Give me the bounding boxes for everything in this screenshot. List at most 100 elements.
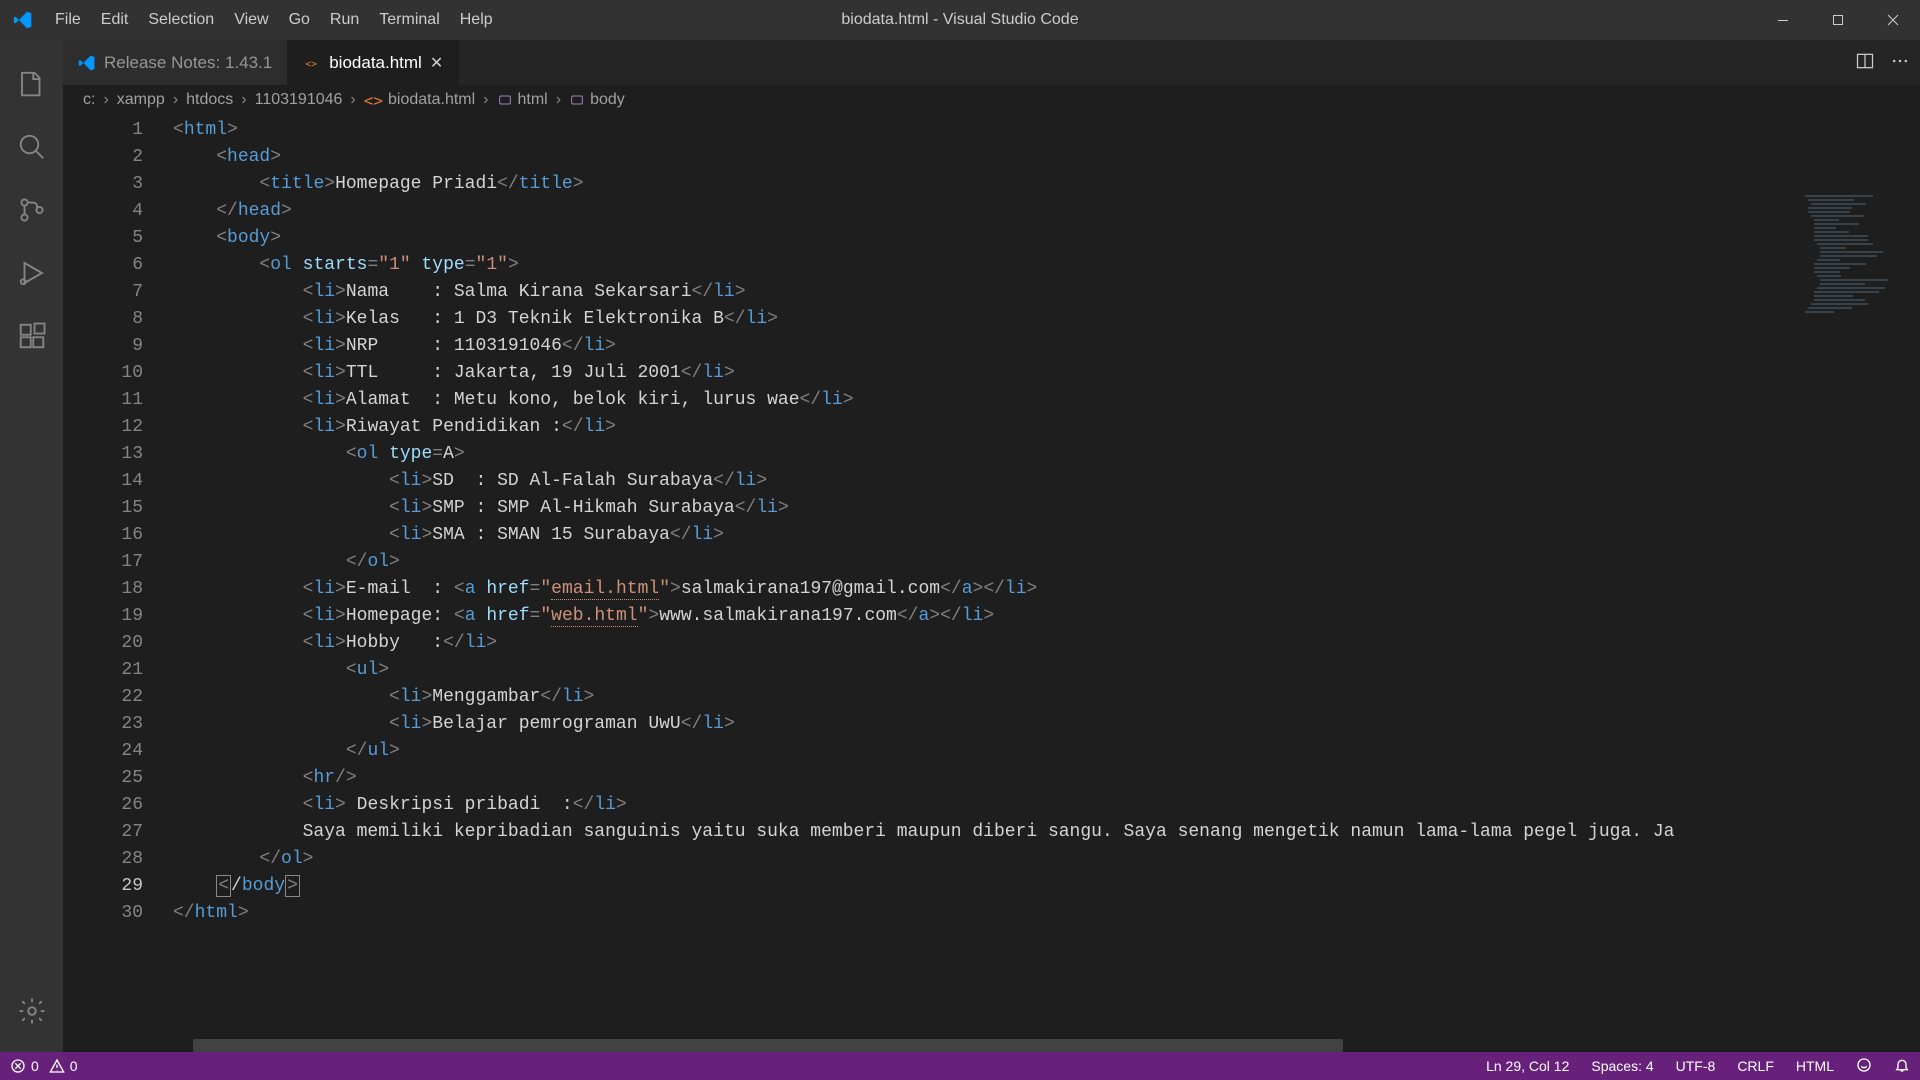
status-eol[interactable]: CRLF — [1737, 1058, 1774, 1074]
notifications-icon[interactable] — [1894, 1057, 1910, 1076]
line-number: 24 — [63, 738, 143, 765]
code-line[interactable]: <li>Nama : Salma Kirana Sekarsari</li> — [173, 279, 1920, 306]
breadcrumb-item[interactable]: html — [497, 91, 548, 109]
code-line[interactable]: <ol starts="1" type="1"> — [173, 252, 1920, 279]
line-number: 19 — [63, 603, 143, 630]
code-line[interactable]: <li>Hobby :</li> — [173, 630, 1920, 657]
status-warnings[interactable]: 0 — [49, 1058, 78, 1074]
breadcrumb-item[interactable]: htdocs — [186, 91, 233, 109]
code-line[interactable]: Saya memiliki kepribadian sanguinis yait… — [173, 819, 1920, 846]
status-language[interactable]: HTML — [1796, 1058, 1834, 1074]
code-line[interactable]: <li> Deskripsi pribadi :</li> — [173, 792, 1920, 819]
line-number: 10 — [63, 360, 143, 387]
tab-label: biodata.html — [329, 53, 422, 73]
line-number: 25 — [63, 765, 143, 792]
code-line[interactable]: <li>Belajar pemrograman UwU</li> — [173, 711, 1920, 738]
line-number: 11 — [63, 387, 143, 414]
breadcrumb-item[interactable]: <> biodata.html — [364, 91, 475, 110]
chevron-right-icon: › — [103, 91, 108, 109]
feedback-icon[interactable] — [1856, 1057, 1872, 1076]
code-line[interactable]: <body> — [173, 225, 1920, 252]
chevron-right-icon: › — [241, 91, 246, 109]
menu-view[interactable]: View — [224, 0, 278, 40]
split-editor-icon[interactable] — [1855, 51, 1875, 74]
code-line[interactable]: </html> — [173, 900, 1920, 927]
status-cursor-position[interactable]: Ln 29, Col 12 — [1486, 1058, 1569, 1074]
menu-file[interactable]: File — [45, 0, 91, 40]
code-line[interactable]: <li>Alamat : Metu kono, belok kiri, luru… — [173, 387, 1920, 414]
code-content[interactable]: <html> <head> <title>Homepage Priadi</ti… — [173, 115, 1920, 1052]
code-line[interactable]: <li>Homepage: <a href="web.html">www.sal… — [173, 603, 1920, 630]
editor-area: Release Notes: 1.43.1<>biodata.html✕ c:›… — [63, 40, 1920, 1052]
status-indentation[interactable]: Spaces: 4 — [1591, 1058, 1653, 1074]
close-button[interactable] — [1865, 0, 1920, 40]
code-line[interactable]: <li>E-mail : <a href="email.html">salmak… — [173, 576, 1920, 603]
settings-gear-icon[interactable] — [0, 979, 63, 1042]
line-number: 9 — [63, 333, 143, 360]
breadcrumbs[interactable]: c: › xampp › htdocs › 1103191046 › <> biodata.ht… — [63, 85, 1920, 115]
code-line[interactable]: </body> — [173, 873, 1920, 900]
menu-selection[interactable]: Selection — [138, 0, 224, 40]
tab-biodata-html[interactable]: <>biodata.html✕ — [288, 40, 459, 85]
minimap[interactable] — [1800, 190, 1920, 390]
app-icon — [0, 10, 45, 30]
code-editor[interactable]: 1234567891011121314151617181920212223242… — [63, 115, 1920, 1052]
line-number: 1 — [63, 117, 143, 144]
file-icon — [78, 54, 96, 72]
tab-release-notes-1-43-1[interactable]: Release Notes: 1.43.1 — [63, 40, 288, 85]
code-line[interactable]: <html> — [173, 117, 1920, 144]
code-line[interactable]: <li>TTL : Jakarta, 19 Juli 2001</li> — [173, 360, 1920, 387]
code-line[interactable]: </ol> — [173, 846, 1920, 873]
status-encoding[interactable]: UTF-8 — [1676, 1058, 1716, 1074]
breadcrumb-item[interactable]: xampp — [117, 91, 165, 109]
chevron-right-icon: › — [556, 91, 561, 109]
search-icon[interactable] — [0, 115, 63, 178]
code-line[interactable]: <li>SMP : SMP Al-Hikmah Surabaya</li> — [173, 495, 1920, 522]
line-number: 3 — [63, 171, 143, 198]
status-errors[interactable]: 0 — [10, 1058, 39, 1074]
chevron-right-icon: › — [173, 91, 178, 109]
source-control-icon[interactable] — [0, 178, 63, 241]
menu-run[interactable]: Run — [320, 0, 369, 40]
horizontal-scrollbar[interactable] — [193, 1039, 1343, 1052]
code-line[interactable]: </head> — [173, 198, 1920, 225]
code-line[interactable]: </ol> — [173, 549, 1920, 576]
code-line[interactable]: <li>Kelas : 1 D3 Teknik Elektronika B</l… — [173, 306, 1920, 333]
line-number: 26 — [63, 792, 143, 819]
line-number: 6 — [63, 252, 143, 279]
line-number: 5 — [63, 225, 143, 252]
close-tab-icon[interactable]: ✕ — [430, 53, 443, 73]
line-number: 16 — [63, 522, 143, 549]
more-actions-icon[interactable] — [1890, 51, 1910, 74]
menu-help[interactable]: Help — [450, 0, 503, 40]
window-controls — [1755, 0, 1920, 40]
menu-go[interactable]: Go — [279, 0, 320, 40]
breadcrumb-item[interactable]: c: — [83, 91, 95, 109]
menu-terminal[interactable]: Terminal — [369, 0, 449, 40]
editor-tabs: Release Notes: 1.43.1<>biodata.html✕ — [63, 40, 1920, 85]
line-number: 12 — [63, 414, 143, 441]
code-line[interactable]: <ol type=A> — [173, 441, 1920, 468]
extensions-icon[interactable] — [0, 304, 63, 367]
line-number: 21 — [63, 657, 143, 684]
minimize-button[interactable] — [1755, 0, 1810, 40]
code-line[interactable]: <li>Menggambar</li> — [173, 684, 1920, 711]
explorer-icon[interactable] — [0, 52, 63, 115]
menu-edit[interactable]: Edit — [91, 0, 139, 40]
code-line[interactable]: <li>NRP : 1103191046</li> — [173, 333, 1920, 360]
breadcrumb-item[interactable]: body — [569, 91, 625, 109]
run-debug-icon[interactable] — [0, 241, 63, 304]
maximize-button[interactable] — [1810, 0, 1865, 40]
breadcrumb-item[interactable]: 1103191046 — [255, 91, 343, 109]
line-number: 7 — [63, 279, 143, 306]
line-number: 18 — [63, 576, 143, 603]
code-line[interactable]: <li>SMA : SMAN 15 Surabaya</li> — [173, 522, 1920, 549]
code-line[interactable]: <li>Riwayat Pendidikan :</li> — [173, 414, 1920, 441]
code-line[interactable]: <ul> — [173, 657, 1920, 684]
code-line[interactable]: <title>Homepage Priadi</title> — [173, 171, 1920, 198]
code-line[interactable]: </ul> — [173, 738, 1920, 765]
code-line[interactable]: <hr/> — [173, 765, 1920, 792]
tab-actions — [1855, 40, 1920, 85]
code-line[interactable]: <li>SD : SD Al-Falah Surabaya</li> — [173, 468, 1920, 495]
code-line[interactable]: <head> — [173, 144, 1920, 171]
